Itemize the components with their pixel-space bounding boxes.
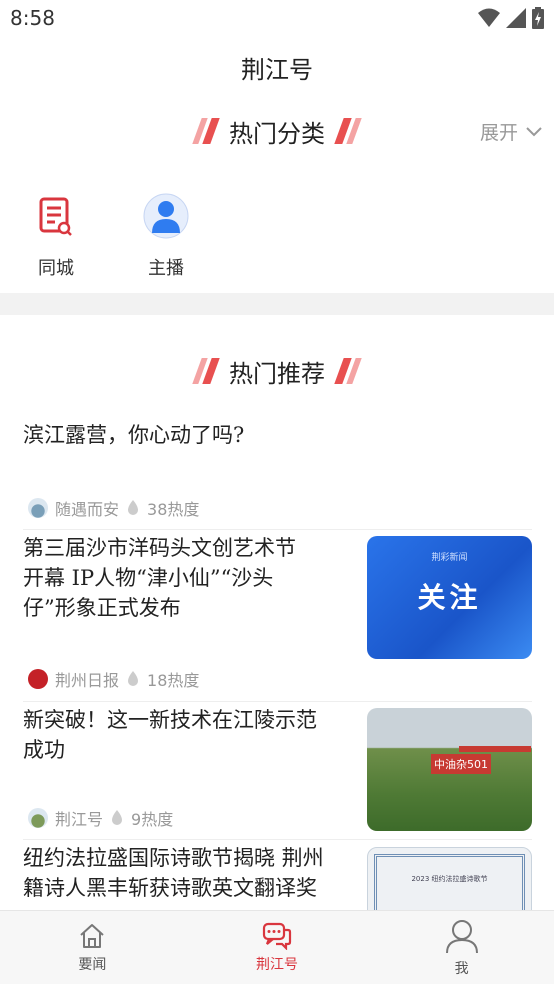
divider — [23, 529, 532, 530]
tab-label: 荆江号 — [256, 956, 298, 973]
title-line: 籍诗人黑丰斩获诗歌英文翻译奖 — [23, 876, 317, 900]
slash-decoration-icon — [334, 358, 362, 384]
thumb-text: 中油杂501 — [431, 754, 491, 774]
home-icon — [80, 923, 105, 948]
hot-categories-heading: 热门分类 — [0, 111, 554, 151]
title-line: 新突破！这一新技术在江陵示范 — [23, 708, 317, 732]
thumb-banner — [459, 746, 531, 752]
article-title: 新突破！这一新技术在江陵示范 成功 — [23, 705, 317, 765]
wifi-icon — [478, 8, 500, 27]
thumb-caption: 荆彩新闻 — [431, 553, 468, 563]
tab-news[interactable]: 要闻 — [0, 911, 185, 984]
article-thumbnail: 中油杂501 — [367, 708, 532, 831]
title-line: 仔”形象正式发布 — [23, 596, 181, 620]
thumb-text: 关注 — [417, 581, 482, 614]
thumb-text: 2023 纽约法拉盛诗歌节 — [411, 875, 488, 883]
source-avatar — [28, 669, 48, 689]
chat-bubbles-icon — [262, 922, 292, 950]
chevron-down-icon — [526, 126, 542, 136]
heat-count: 38热度 — [147, 500, 200, 519]
article-title: 纽约法拉盛国际诗歌节揭晓 荆州 籍诗人黑丰斩获诗歌英文翻译奖 — [23, 843, 324, 903]
source-avatar — [28, 498, 48, 518]
article-title: 第三届沙市洋码头文创艺术节 开幕 IP人物“津小仙”“沙头 仔”形象正式发布 — [23, 533, 296, 623]
title-line: 纽约法拉盛国际诗歌节揭晓 荆州 — [23, 846, 324, 870]
status-bar: 8:58 — [0, 0, 554, 38]
category-label: 主播 — [148, 258, 184, 279]
article-card[interactable]: 滨江露营，你心动了吗? 随遇而安 38热度 — [0, 420, 554, 530]
article-card[interactable]: 第三届沙市洋码头文创艺术节 开幕 IP人物“津小仙”“沙头 仔”形象正式发布 荆… — [0, 533, 554, 701]
slash-decoration-icon — [334, 118, 362, 144]
slash-decoration-icon — [192, 358, 220, 384]
section-title: 热门分类 — [229, 119, 325, 148]
expand-button[interactable]: 展开 — [480, 118, 542, 145]
flame-icon — [128, 500, 139, 515]
article-title: 滨江露营，你心动了吗? — [23, 420, 244, 450]
divider — [23, 701, 532, 702]
hot-recommend-heading: 热门推荐 — [0, 351, 554, 391]
article-meta: 荆州日报 18热度 — [28, 667, 199, 691]
page-title: 荆江号 — [241, 56, 313, 84]
slash-decoration-icon — [192, 118, 220, 144]
category-same-city[interactable]: 同城 — [16, 192, 96, 280]
section-title: 热门推荐 — [229, 359, 325, 388]
source-name: 荆州日报 — [55, 671, 120, 690]
heat-count: 18热度 — [147, 671, 200, 690]
status-time: 8:58 — [10, 6, 55, 30]
source-avatar — [28, 808, 48, 828]
article-card[interactable]: 纽约法拉盛国际诗歌节揭晓 荆州 籍诗人黑丰斩获诗歌英文翻译奖 2023 纽约法拉… — [0, 843, 554, 910]
divider — [23, 839, 532, 840]
title-line: 成功 — [23, 738, 65, 762]
category-anchor[interactable]: 主播 — [126, 192, 206, 280]
heat-count: 9热度 — [131, 810, 174, 829]
flame-icon — [112, 810, 123, 825]
expand-label: 展开 — [479, 122, 518, 144]
person-icon — [445, 919, 478, 953]
tab-label: 我 — [454, 960, 469, 977]
anchor-person-icon — [142, 192, 190, 240]
signal-icon — [506, 8, 526, 28]
tab-me[interactable]: 我 — [369, 911, 554, 984]
flame-icon — [128, 671, 139, 686]
tab-jingjianghao[interactable]: 荆江号 — [185, 911, 370, 984]
article-card[interactable]: 新突破！这一新技术在江陵示范 成功 中油杂501 荆江号 9热度 — [0, 705, 554, 839]
source-name: 荆江号 — [55, 810, 104, 829]
article-thumbnail: 2023 纽约法拉盛诗歌节 — [367, 847, 532, 910]
title-line: 第三届沙市洋码头文创艺术节 — [23, 536, 296, 560]
article-meta: 荆江号 9热度 — [28, 806, 173, 830]
category-label: 同城 — [38, 258, 74, 279]
title-line: 开幕 IP人物“津小仙”“沙头 — [23, 566, 274, 590]
title-line: 滨江露营，你心动了吗? — [23, 423, 245, 447]
document-pen-icon — [32, 192, 80, 240]
battery-icon — [532, 7, 544, 29]
article-thumbnail: 荆彩新闻 关注 — [367, 536, 532, 659]
status-icons — [478, 7, 544, 29]
section-divider — [0, 293, 554, 315]
tab-label: 要闻 — [78, 956, 107, 973]
source-name: 随遇而安 — [55, 500, 120, 519]
bottom-tab-bar: 要闻 荆江号 我 — [0, 910, 554, 984]
article-meta: 随遇而安 38热度 — [28, 496, 199, 520]
